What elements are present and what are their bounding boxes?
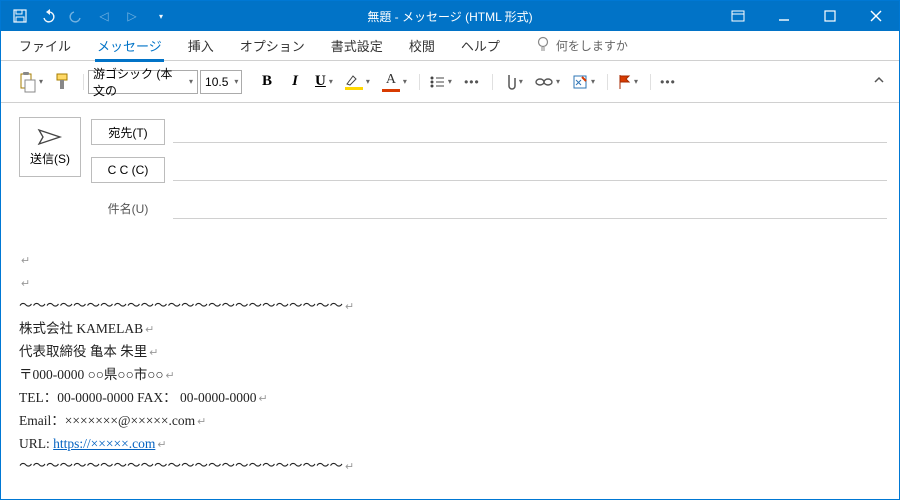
sig-wave-bottom: ～～～～～～～～～～～～～～～～～～～～～～～～: [19, 455, 881, 478]
follow-up-button[interactable]: [612, 68, 643, 96]
compose-header: 送信(S) 宛先(T) C C (C) 件名(U): [1, 103, 899, 237]
tab-help[interactable]: ヘルプ: [451, 32, 510, 59]
quick-access-toolbar: ◁ ▷: [1, 3, 173, 29]
undo-icon[interactable]: [35, 3, 61, 29]
ribbon-tabs: ファイル メッセージ 挿入 オプション 書式設定 校閲 ヘルプ 何をしますか: [1, 31, 899, 61]
lightbulb-icon: [536, 36, 550, 55]
font-size-select[interactable]: 10.5: [200, 70, 242, 94]
attach-file-button[interactable]: [497, 68, 528, 96]
highlight-button[interactable]: [340, 68, 375, 96]
sig-tel: TEL：00-0000-0000 FAX： 00-0000-0000: [19, 387, 881, 410]
sig-company: 株式会社 KAMELAB: [19, 318, 881, 341]
minimize-button[interactable]: [761, 1, 807, 31]
save-icon[interactable]: [7, 3, 33, 29]
font-name-select[interactable]: 游ゴシック (本文の: [88, 70, 198, 94]
tab-options[interactable]: オプション: [230, 32, 315, 59]
bold-button[interactable]: B: [254, 68, 280, 96]
font-color-button[interactable]: A: [377, 68, 412, 96]
tab-insert[interactable]: 挿入: [178, 32, 224, 59]
message-body[interactable]: ～～～～～～～～～～～～～～～～～～～～～～～～ 株式会社 KAMELAB 代表…: [1, 237, 899, 490]
body-blank-1: [19, 249, 881, 272]
cc-input[interactable]: [173, 159, 887, 181]
cc-button[interactable]: C C (C): [91, 157, 165, 183]
prev-icon[interactable]: ◁: [91, 3, 117, 29]
signature-button[interactable]: [567, 68, 600, 96]
subject-input[interactable]: [173, 197, 887, 219]
tell-me-label: 何をしますか: [556, 37, 628, 54]
tab-format[interactable]: 書式設定: [321, 32, 393, 59]
link-button[interactable]: [530, 68, 565, 96]
collapse-ribbon-icon[interactable]: [873, 74, 885, 89]
redo-icon[interactable]: [63, 3, 89, 29]
paste-button[interactable]: [13, 68, 48, 96]
to-input[interactable]: [173, 121, 887, 143]
italic-button[interactable]: I: [282, 68, 308, 96]
window-title: 無題 - メッセージ (HTML 形式): [367, 8, 532, 25]
more-paragraph-button[interactable]: •••: [459, 68, 485, 96]
ribbon-options-icon[interactable]: [715, 1, 761, 31]
ribbon: 游ゴシック (本文の 10.5 B I U A ••• •••: [1, 61, 899, 103]
sig-address: 〒000-0000 ○○県○○市○○: [19, 364, 881, 387]
more-commands-button[interactable]: •••: [655, 68, 681, 96]
sig-name: 代表取締役 亀本 朱里: [19, 341, 881, 364]
tab-file[interactable]: ファイル: [9, 32, 81, 59]
sig-url-link[interactable]: https://×××××.com: [53, 436, 155, 451]
format-painter-button[interactable]: [50, 68, 76, 96]
body-blank-2: [19, 272, 881, 295]
tab-message[interactable]: メッセージ: [87, 32, 172, 59]
underline-button[interactable]: U: [310, 68, 338, 96]
sig-wave-top: ～～～～～～～～～～～～～～～～～～～～～～～～: [19, 295, 881, 318]
tab-review[interactable]: 校閲: [399, 32, 445, 59]
send-button[interactable]: 送信(S): [19, 117, 81, 177]
send-label: 送信(S): [30, 150, 70, 167]
sig-email: Email：×××××××@×××××.com: [19, 410, 881, 433]
tell-me[interactable]: 何をしますか: [536, 36, 628, 55]
titlebar: ◁ ▷ 無題 - メッセージ (HTML 形式): [1, 1, 899, 31]
to-button[interactable]: 宛先(T): [91, 119, 165, 145]
next-icon[interactable]: ▷: [119, 3, 145, 29]
sig-url: URL: https://×××××.com: [19, 433, 881, 456]
send-icon: [38, 128, 62, 146]
bullets-button[interactable]: [424, 68, 457, 96]
qat-customize-icon[interactable]: [147, 3, 173, 29]
subject-label: 件名(U): [91, 200, 165, 217]
maximize-button[interactable]: [807, 1, 853, 31]
close-button[interactable]: [853, 1, 899, 31]
